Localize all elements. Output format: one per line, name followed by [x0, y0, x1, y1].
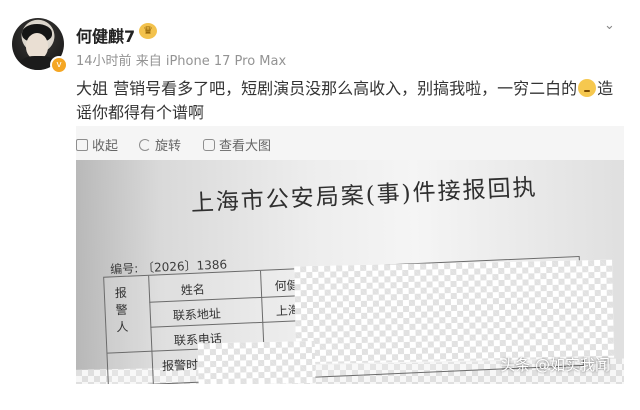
source-prefix: 来自 — [135, 54, 162, 69]
document-paper: 上海市公安局案(事)件接报回执 编号: 〔2026〕1386 报警人 姓名 何健… — [76, 160, 624, 384]
post-content: 大姐 营销号看多了吧，短剧演员没那么高收入，别搞我啦，一穷二白的 造谣你都得有个谱… — [76, 77, 624, 125]
redacted-area-main — [294, 259, 615, 365]
report-person-label: 报警人 — [114, 285, 129, 335]
rotate-label: 旋转 — [155, 139, 182, 154]
avatar-body — [20, 56, 56, 70]
form-vline-1 — [148, 275, 154, 384]
post-text-1: 大姐 营销号看多了吧，短剧演员没那么高收入，别搞我啦，一穷二白的 — [76, 79, 578, 98]
more-icon[interactable]: ⌄ — [604, 19, 616, 32]
document-title: 上海市公安局案(事)件接报回执 — [190, 174, 539, 218]
verify-icon: v — [52, 58, 66, 72]
post-image[interactable]: 上海市公安局案(事)件接报回执 编号: 〔2026〕1386 报警人 姓名 何健… — [76, 160, 624, 384]
post-time: 14小时前 — [76, 54, 132, 69]
view-large-icon — [203, 139, 215, 151]
collapse-icon — [76, 139, 88, 151]
sad-emoji-icon — [578, 79, 597, 97]
view-large-label: 查看大图 — [219, 139, 272, 154]
collapse-label: 收起 — [92, 139, 119, 154]
username[interactable]: 何健麒7 — [76, 23, 135, 47]
redacted-area-lower-left — [197, 340, 316, 384]
rotate-button[interactable]: 旋转 — [139, 135, 181, 154]
address-label: 联系地址 — [172, 306, 222, 323]
document-number-label: 编号: — [109, 261, 139, 277]
rotate-icon — [139, 139, 151, 151]
view-large-button[interactable]: 查看大图 — [203, 135, 271, 154]
collapse-button[interactable]: 收起 — [76, 135, 118, 154]
post-meta: 14小时前 来自 iPhone 17 Pro Max — [76, 50, 286, 69]
watermark-text: 头条 @如实我闻 — [500, 356, 610, 374]
image-toolbar: 收起 旋转 查看大图 — [76, 126, 624, 160]
source-device: iPhone 17 Pro Max — [165, 54, 287, 69]
name-label: 姓名 — [180, 282, 206, 298]
crown-icon: ♛ — [139, 23, 157, 39]
